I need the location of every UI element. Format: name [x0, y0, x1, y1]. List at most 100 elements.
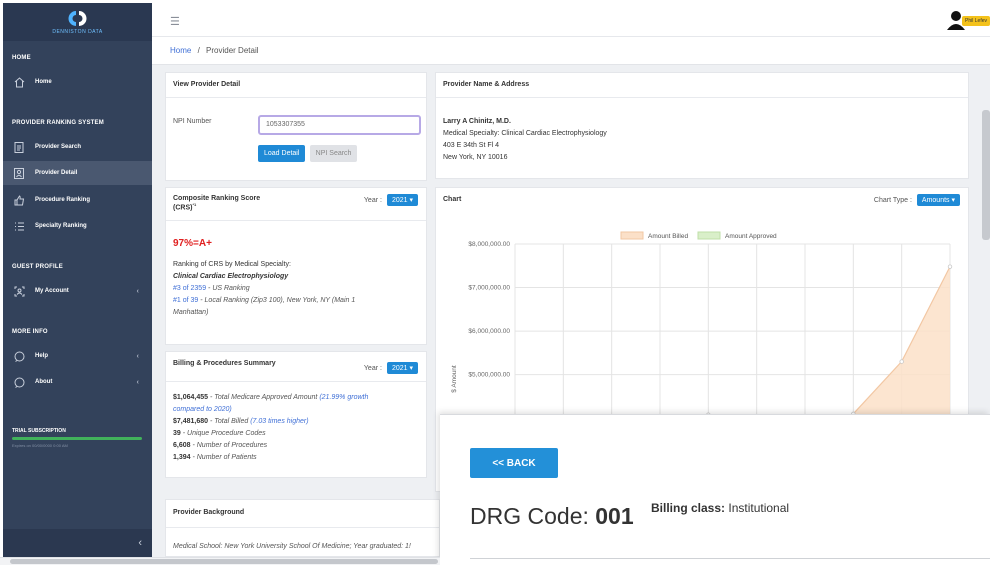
- help-icon: [13, 350, 25, 362]
- legend-swatch-0: [620, 231, 644, 240]
- provider-name: Larry A Chinitz, M.D.: [443, 118, 511, 125]
- data-point-8: [899, 359, 904, 364]
- thumbs-up-icon: [13, 194, 25, 206]
- background-card: Provider Background Medical School: New …: [165, 499, 440, 557]
- billing-year-select[interactable]: 2021 ▾: [386, 362, 418, 374]
- billing-codes: 39 - Unique Procedure Codes: [173, 430, 266, 437]
- crs-year-label: Year :: [363, 196, 382, 204]
- billing-patients: 1,394 - Number of Patients: [173, 454, 257, 461]
- hamburger-menu-icon[interactable]: ☰: [170, 15, 180, 28]
- crs-us-rank-link[interactable]: #3 of 2359: [173, 285, 206, 292]
- horizontal-scrollbar[interactable]: [0, 557, 440, 565]
- legend-swatch-1: [697, 231, 721, 240]
- top-bar: ☰ Phil Lefev: [152, 3, 990, 37]
- billing-procedures: 6,608 - Number of Procedures: [173, 442, 268, 449]
- crs-title: Composite Ranking Score: [173, 195, 261, 202]
- user-name: Phil Lefev: [962, 16, 990, 26]
- sidebar-collapse-button[interactable]: ‹: [3, 529, 152, 557]
- list-icon: [13, 220, 25, 232]
- chart-header: Chart Chart Type : Amounts ▾: [436, 188, 968, 213]
- crs-card: Composite Ranking Score (CRS)*1 Year : 2…: [165, 187, 427, 345]
- vertical-scrollbar[interactable]: [982, 110, 990, 240]
- chart-title: Chart: [443, 196, 462, 203]
- billing-title: Billing & Procedures Summary: [173, 360, 276, 367]
- sidebar-item-procedure-ranking[interactable]: Procedure Ranking: [3, 188, 152, 212]
- trial-progress-bar: [12, 437, 142, 440]
- billing-year-label: Year :: [363, 364, 382, 372]
- npi-label: NPI Number: [173, 118, 212, 125]
- chevron-left-icon: ‹: [138, 537, 142, 549]
- billing-approved-growth: compared to 2020): [173, 406, 232, 413]
- provider-address-line1: 403 E 34th St Fl 4: [443, 142, 500, 149]
- profile-icon: [13, 167, 25, 179]
- y-tick-label: $7,000,000.00: [468, 285, 510, 292]
- crs-score: 97%=A+: [173, 238, 212, 249]
- brand-name: DENNISTON DATA: [52, 28, 103, 35]
- sidebar-section-more: MORE INFO: [12, 329, 48, 335]
- drg-detail-panel: << BACK DRG Code: 001 Billing class: Ins…: [440, 414, 990, 565]
- brand-logo[interactable]: DENNISTON DATA: [3, 3, 152, 41]
- chart-type-select[interactable]: Amounts ▾: [916, 194, 960, 206]
- npi-input[interactable]: 1053307355: [258, 115, 421, 135]
- chevron-left-icon: ‹: [136, 287, 139, 295]
- view-provider-card: View Provider Detail NPI Number 10533073…: [165, 72, 427, 181]
- divider: [470, 558, 990, 559]
- legend-label-1: Amount Approved: [725, 233, 777, 240]
- y-tick-label: $6,000,000.00: [468, 328, 510, 335]
- trial-expiry-text: Expires on 00/00/0000 0:00 AM: [12, 443, 68, 448]
- sidebar-item-help[interactable]: Help ‹: [3, 344, 152, 368]
- logo-icon: [65, 10, 91, 27]
- provider-name-card: Provider Name & Address Larry A Chinitz,…: [435, 72, 969, 179]
- chevron-left-icon: ‹: [136, 378, 139, 386]
- billing-card: Billing & Procedures Summary Year : 2021…: [165, 351, 427, 478]
- crs-ranking-label: Ranking of CRS by Medical Specialty:: [173, 261, 291, 268]
- load-detail-button[interactable]: Load Detail: [258, 145, 306, 162]
- sidebar-item-my-account[interactable]: My Account ‹: [3, 279, 152, 303]
- chevron-left-icon: ‹: [136, 352, 139, 360]
- crs-title-abbrev: (CRS): [173, 204, 193, 212]
- y-axis-label: $ Amount: [451, 365, 458, 393]
- home-icon: [13, 76, 25, 88]
- billing-billed: $7,481,680 - Total Billed (7.03 times hi…: [173, 418, 309, 425]
- npi-search-button[interactable]: NPI Search: [309, 145, 358, 162]
- provider-name-title: Provider Name & Address: [436, 73, 968, 98]
- billing-approved: $1,064,455 - Total Medicare Approved Amo…: [173, 394, 369, 401]
- back-button[interactable]: << BACK: [470, 448, 558, 478]
- crs-local-rank-suffix: Manhattan): [173, 309, 209, 316]
- view-provider-title: View Provider Detail: [166, 73, 426, 98]
- breadcrumb: Home / Provider Detail: [152, 37, 990, 65]
- y-tick-label: $5,000,000.00: [468, 372, 510, 379]
- background-school: Medical School: New York University Scho…: [173, 543, 411, 550]
- sidebar-item-about[interactable]: About ‹: [3, 370, 152, 394]
- crs-header: Composite Ranking Score (CRS)*1 Year : 2…: [166, 188, 426, 221]
- sidebar-item-specialty-ranking[interactable]: Specialty Ranking: [3, 214, 152, 238]
- provider-address-line2: New York, NY 10016: [443, 154, 508, 161]
- breadcrumb-separator: /: [197, 46, 200, 55]
- document-icon: [13, 141, 25, 153]
- background-title: Provider Background: [166, 500, 439, 528]
- drg-code: DRG Code: 001: [470, 503, 634, 529]
- info-icon: [13, 376, 25, 388]
- crs-year-select[interactable]: 2021 ▾: [386, 194, 418, 206]
- account-icon: [13, 285, 25, 297]
- sidebar: DENNISTON DATA HOME Home PROVIDER RANKIN…: [3, 3, 152, 557]
- data-point-9: [947, 264, 953, 269]
- sidebar-section-guest: GUEST PROFILE: [12, 264, 63, 270]
- legend-label-0: Amount Billed: [648, 233, 688, 240]
- chart-type-label: Chart Type :: [873, 196, 912, 204]
- sidebar-section-ranking: PROVIDER RANKING SYSTEM: [12, 120, 104, 126]
- sidebar-item-provider-search[interactable]: Provider Search: [3, 135, 152, 159]
- sidebar-item-home[interactable]: Home: [3, 70, 152, 94]
- breadcrumb-home-link[interactable]: Home: [170, 46, 191, 55]
- crs-footnote: *1: [192, 202, 197, 207]
- crs-local-rank-link[interactable]: #1 of 39: [173, 297, 198, 304]
- sidebar-item-provider-detail[interactable]: Provider Detail: [3, 161, 152, 185]
- trial-subscription-label: TRIAL SUBSCRIPTION: [12, 428, 66, 434]
- scrollbar-thumb[interactable]: [10, 559, 438, 564]
- user-menu[interactable]: Phil Lefev: [947, 10, 990, 32]
- billing-header: Billing & Procedures Summary Year : 2021…: [166, 352, 426, 382]
- breadcrumb-current: Provider Detail: [206, 46, 259, 55]
- crs-specialty: Clinical Cardiac Electrophysiology: [173, 273, 289, 280]
- y-tick-label: $8,000,000.00: [468, 241, 510, 248]
- provider-specialty: Medical Specialty: Clinical Cardiac Elec…: [443, 130, 607, 137]
